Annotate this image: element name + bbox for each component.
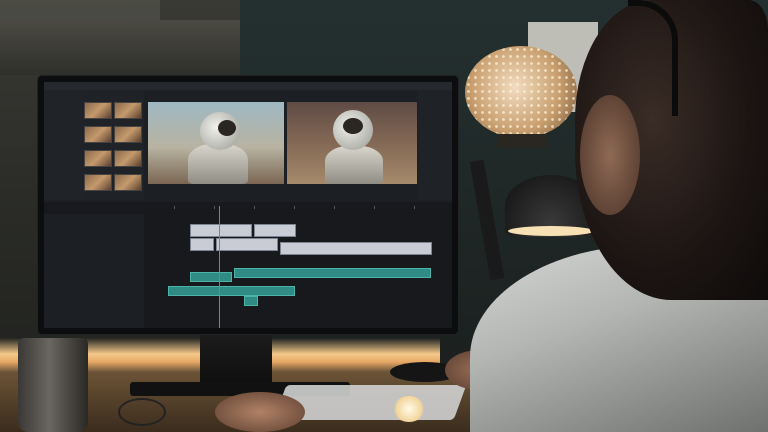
monitor-screen	[44, 82, 452, 328]
ruler-tick	[294, 206, 295, 209]
clip-thumbnail[interactable]	[114, 150, 142, 167]
helmet-visor	[218, 120, 236, 136]
video-clip[interactable]	[216, 238, 278, 251]
globe-lamp-base	[497, 134, 547, 148]
program-viewer[interactable]	[287, 102, 417, 184]
ruler-tick	[254, 206, 255, 209]
mug	[18, 338, 88, 432]
clip-thumbnail[interactable]	[84, 150, 112, 167]
globe-lamp	[465, 46, 577, 138]
clip-thumbnail[interactable]	[114, 174, 142, 191]
clip-thumbnail[interactable]	[114, 126, 142, 143]
timeline-playhead[interactable]	[219, 206, 220, 328]
clip-thumbnail[interactable]	[84, 102, 112, 119]
track-headers	[44, 214, 144, 328]
audio-clip[interactable]	[190, 272, 232, 282]
clip-thumbnail[interactable]	[84, 174, 112, 191]
helmet-visor	[343, 118, 363, 134]
video-clip[interactable]	[280, 242, 432, 255]
audio-clip[interactable]	[168, 286, 295, 296]
ruler-tick	[334, 206, 335, 209]
desk-lamp-light	[508, 226, 594, 236]
video-clip[interactable]	[190, 224, 252, 237]
video-clip[interactable]	[254, 224, 296, 237]
ruler-tick	[374, 206, 375, 209]
inspector-panel	[418, 90, 452, 200]
video-clip[interactable]	[190, 238, 214, 251]
astronaut-suit	[325, 146, 383, 184]
audio-clip[interactable]	[244, 296, 258, 306]
shelf	[0, 20, 240, 75]
ruler-tick	[414, 206, 415, 209]
ruler-tick	[214, 206, 215, 209]
media-browser-panel	[44, 90, 82, 200]
clip-thumbnail[interactable]	[84, 126, 112, 143]
audio-clip[interactable]	[234, 268, 431, 278]
editor-top-bar	[44, 82, 452, 90]
source-viewer[interactable]	[148, 102, 284, 184]
headphones-icon	[628, 0, 678, 116]
clip-thumbnail[interactable]	[114, 102, 142, 119]
eyeglasses	[118, 398, 166, 426]
astronaut-suit	[188, 144, 248, 184]
keyboard-light-reflection	[392, 396, 426, 422]
left-hand	[215, 392, 305, 432]
ruler-tick	[174, 206, 175, 209]
bin-thumbnail-panel	[82, 90, 144, 200]
